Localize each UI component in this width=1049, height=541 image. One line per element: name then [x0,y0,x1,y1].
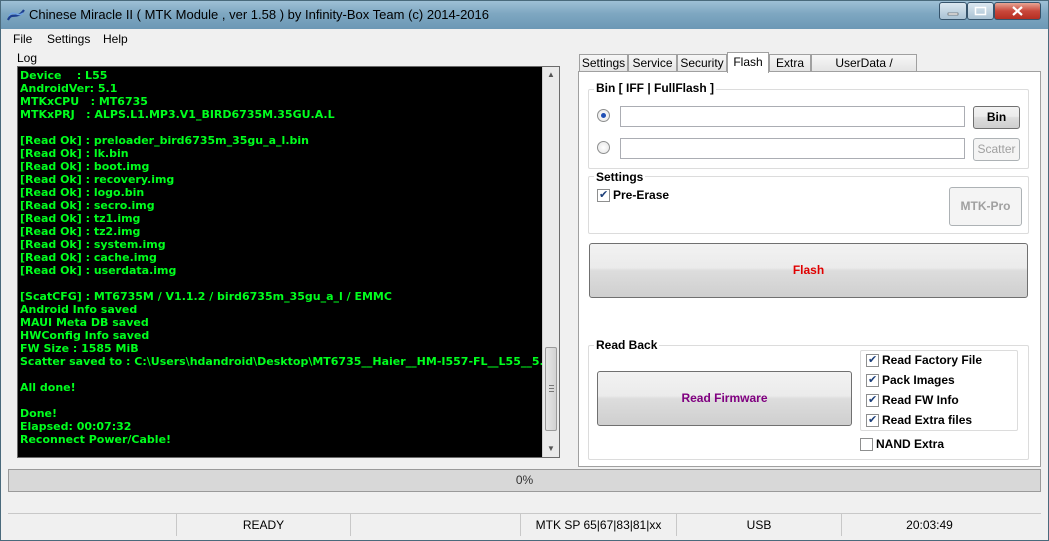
scatter-button[interactable]: Scatter [973,138,1020,161]
flash-button[interactable]: Flash [589,243,1028,298]
tab-flash[interactable]: Flash [727,52,769,73]
progress-bar: 0% [8,469,1041,492]
read-extra-files-label: Read Extra files [882,413,973,427]
status-empty-2 [351,514,521,536]
log-line: [Read Ok] : boot.img [20,160,150,173]
pre-erase-label: Pre-Erase [613,188,670,202]
log-line: [Read Ok] : logo.bin [20,186,145,199]
read-fw-info-label: Read FW Info [882,393,959,407]
maximize-button[interactable] [967,2,994,20]
nand-extra-label: NAND Extra [876,437,945,451]
log-line: [Read Ok] : userdata.img [20,264,177,277]
bin-path-input[interactable] [620,106,965,127]
status-empty [8,514,177,536]
log-panel[interactable]: Device : L55 AndroidVer: 5.1 MTKxCPU : MT6… [17,66,560,458]
pack-images-label: Pack Images [882,373,955,387]
settings-group-title: Settings [594,170,646,184]
scroll-down-icon[interactable]: ▼ [543,441,559,457]
grip-icon [549,385,554,392]
log-line: MTKxCPU : MT6735 [20,95,148,108]
scatter-path-input[interactable] [620,138,965,159]
log-text: Device : L55 AndroidVer: 5.1 MTKxCPU : MT6… [20,69,542,455]
log-line: MAUI Meta DB saved [20,316,149,329]
status-bar: READY MTK SP 65|67|83|81|xx USB 20:03:49 [8,513,1041,536]
pre-erase-checkbox[interactable] [597,188,610,202]
log-line: AndroidVer: 5.1 [20,82,118,95]
log-line: MTKxPRJ : ALPS.L1.MP3.V1_BIRD6735M.35GU.… [20,108,335,121]
status-sp: MTK SP 65|67|83|81|xx [521,514,677,536]
log-line: [Read Ok] : secro.img [20,199,155,212]
status-state: READY [177,514,351,536]
minimize-icon [947,12,959,16]
flash-panel: Bin [ IFF | FullFlash ] Bin Scatter Sett… [578,71,1041,467]
tab-settings[interactable]: Settings [579,54,628,72]
scatter-radio[interactable] [597,141,610,154]
log-line: [Read Ok] : recovery.img [20,173,175,186]
log-line: Elapsed: 00:07:32 [20,420,132,433]
maximize-icon [974,6,987,16]
app-logo-icon [7,9,25,21]
read-extra-files-checkbox[interactable] [866,413,879,427]
log-line: Reconnect Power/Cable! [20,433,172,446]
menu-bar: File Settings Help [1,30,1048,50]
log-line: Android Info saved [20,303,138,316]
log-line: All done! [20,381,76,394]
bin-button[interactable]: Bin [973,106,1020,129]
read-fw-info-checkbox[interactable] [866,393,879,407]
main-window: Chinese Miracle II ( MTK Module , ver 1.… [0,0,1049,541]
log-line: [Read Ok] : tz1.img [20,212,141,225]
menu-file[interactable]: File [13,32,32,46]
log-line: [ScatCFG] : MT6735M / V1.1.2 / bird6735m… [20,290,392,303]
title-bar: Chinese Miracle II ( MTK Module , ver 1.… [1,1,1048,29]
log-line: Device : L55 [20,69,108,82]
log-line: HWConfig Info saved [20,329,150,342]
log-line: [Read Ok] : preloader_bird6735m_35gu_a_l… [20,134,309,147]
tab-userdata-forensic[interactable]: UserData / Forensic [811,54,917,86]
tab-service[interactable]: Service [628,54,677,72]
scroll-up-icon[interactable]: ▲ [543,67,559,83]
read-firmware-button[interactable]: Read Firmware [597,371,852,426]
scroll-thumb[interactable] [545,347,557,431]
tab-extra[interactable]: Extra [769,54,811,72]
progress-text: 0% [515,473,534,487]
status-time: 20:03:49 [906,518,953,532]
log-label: Log [17,51,38,65]
read-factory-file-label: Read Factory File [882,353,983,367]
log-line: [Read Ok] : lk.bin [20,147,129,160]
tab-security[interactable]: Security [677,54,727,72]
close-icon [1012,6,1023,16]
log-line: Done! [20,407,57,420]
close-button[interactable] [994,2,1041,20]
bin-group-title: Bin [ IFF | FullFlash ] [594,81,717,95]
read-factory-file-checkbox[interactable] [866,353,879,367]
menu-help[interactable]: Help [103,32,128,46]
mtk-pro-button[interactable]: MTK-Pro [949,187,1022,226]
menu-settings[interactable]: Settings [47,32,90,46]
log-line: [Read Ok] : system.img [20,238,166,251]
log-line: [Read Ok] : cache.img [20,251,157,264]
log-line: Scatter saved to : C:\Users\hdandroid\De… [20,355,542,368]
window-title: Chinese Miracle II ( MTK Module , ver 1.… [29,7,490,22]
log-line: FW Size : 1585 MiB [20,342,139,355]
read-back-title: Read Back [594,338,660,352]
status-connection: USB [677,514,842,536]
pack-images-checkbox[interactable] [866,373,879,387]
nand-extra-checkbox[interactable] [860,438,873,451]
minimize-button[interactable] [939,2,967,20]
secondary-bar [8,495,1041,511]
bin-radio[interactable] [597,109,610,122]
log-line: [Read Ok] : tz2.img [20,225,141,238]
log-scrollbar[interactable]: ▲ ▼ [542,67,559,457]
